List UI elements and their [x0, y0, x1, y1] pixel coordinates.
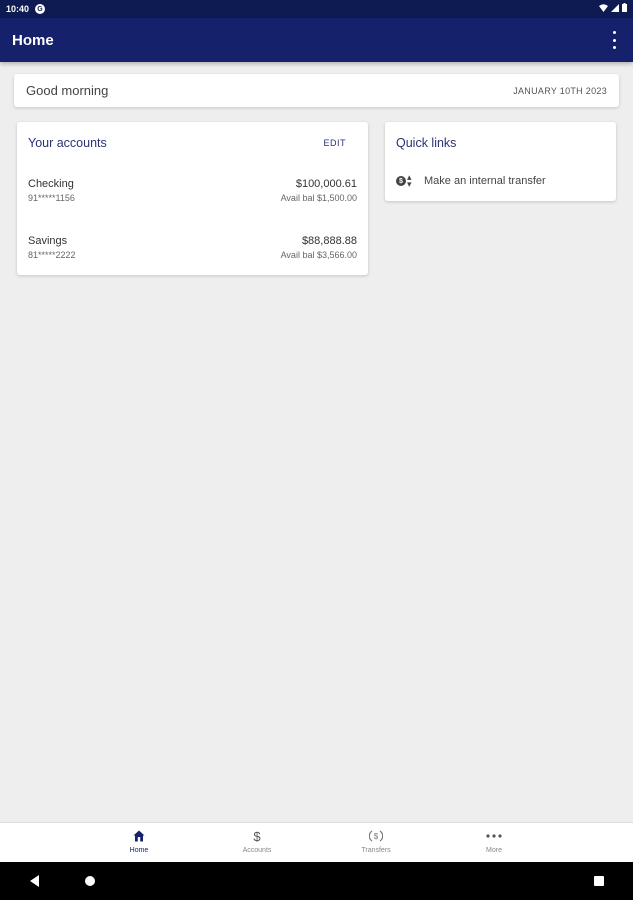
home-icon — [133, 830, 145, 842]
quick-links-card: Quick links $ ▴ ▾ Make an internal transf… — [385, 122, 616, 201]
edit-accounts-button[interactable]: EDIT — [323, 138, 346, 148]
quick-link-internal-transfer[interactable]: $ ▴ ▾ Make an internal transfer — [396, 173, 546, 189]
system-navigation-bar — [0, 862, 633, 900]
nav-label-more: More — [486, 847, 502, 854]
nav-label-accounts: Accounts — [242, 847, 272, 854]
status-bar: 10:40 G — [0, 0, 633, 18]
nav-item-transfers[interactable]: $ Transfers — [341, 827, 411, 854]
quick-link-label: Make an internal transfer — [424, 175, 546, 187]
transfer-icon: $ ▴ ▾ — [396, 173, 414, 189]
battery-icon — [622, 3, 627, 12]
accounts-card-title: Your accounts — [28, 136, 107, 150]
status-time: 10:40 — [6, 4, 30, 14]
recents-icon[interactable] — [594, 876, 604, 886]
nav-item-more[interactable]: More — [459, 827, 529, 854]
greeting-date: JANUARY 10TH 2023 — [513, 85, 607, 96]
dollar-icon: $ — [253, 828, 261, 844]
transfers-icon: $ — [369, 830, 383, 842]
account-available-balance: Avail bal $3,566.00 — [280, 250, 357, 260]
notification-g-icon: G — [35, 4, 46, 14]
app-bar: Home — [0, 18, 633, 62]
account-name: Savings — [28, 235, 68, 247]
signal-icon — [611, 3, 619, 12]
nav-item-home[interactable]: Home — [104, 827, 174, 854]
svg-text:$: $ — [374, 832, 379, 841]
account-row-savings[interactable]: Savings 81*****2222 $88,888.88 Avail bal… — [28, 235, 357, 271]
account-balance: $100,000.61 — [295, 178, 357, 190]
nav-item-accounts[interactable]: $ Accounts — [222, 827, 292, 855]
greeting-card: Good morning JANUARY 10TH 2023 — [14, 74, 619, 107]
nav-label-transfers: Transfers — [361, 847, 391, 854]
account-balance: $88,888.88 — [301, 235, 357, 247]
wifi-icon — [599, 3, 608, 12]
account-name: Checking — [28, 178, 74, 190]
page-title: Home — [12, 31, 54, 49]
account-row-checking[interactable]: Checking 91*****1156 $100,000.61 Avail b… — [28, 178, 357, 214]
account-number: 81*****2222 — [28, 250, 76, 260]
back-icon[interactable] — [30, 875, 39, 887]
overflow-menu-icon[interactable] — [609, 31, 619, 49]
status-icons — [599, 3, 627, 12]
bottom-navigation: Home $ Accounts $ Transfers More — [0, 822, 633, 863]
greeting-message: Good morning — [26, 83, 109, 98]
nav-label-home: Home — [129, 847, 149, 854]
more-icon — [486, 834, 502, 838]
account-available-balance: Avail bal $1,500.00 — [280, 193, 357, 203]
home-circle-icon[interactable] — [85, 876, 95, 886]
account-number: 91*****1156 — [28, 193, 75, 203]
quick-links-title: Quick links — [396, 136, 457, 150]
accounts-card: Your accounts EDIT Checking 91*****1156 … — [17, 122, 368, 275]
